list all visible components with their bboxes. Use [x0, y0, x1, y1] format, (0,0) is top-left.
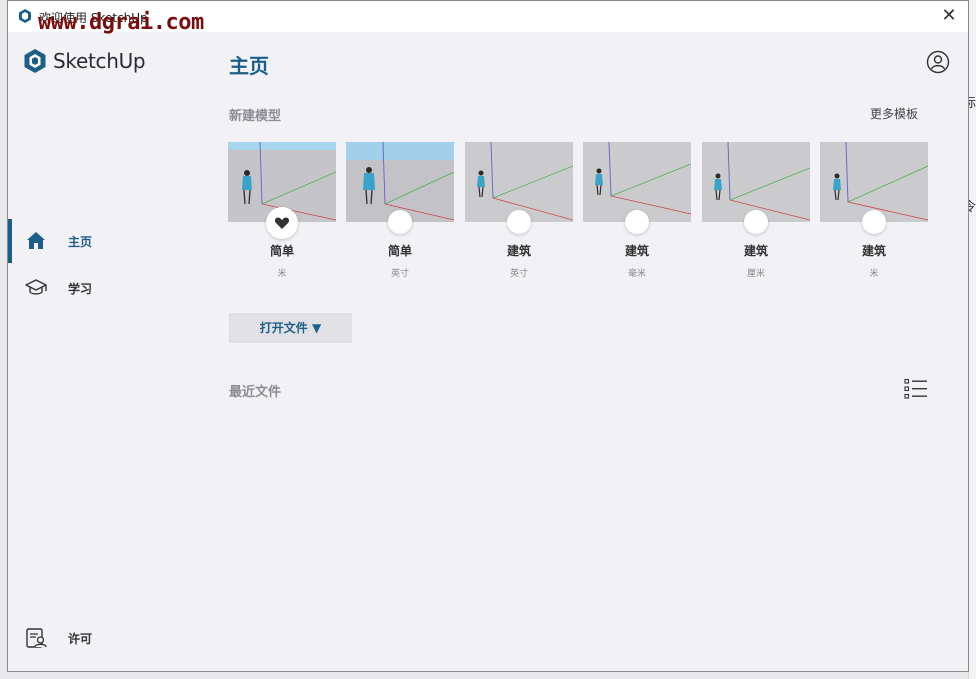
template-name: 建筑 — [861, 244, 886, 258]
page-title: 主页 — [229, 54, 269, 78]
template-unit: 英寸 — [509, 269, 528, 279]
license-icon — [26, 628, 47, 648]
more-templates-link[interactable]: 更多模板 — [870, 105, 918, 122]
template-card[interactable]: 建筑 米 — [820, 142, 928, 279]
favorite-badge[interactable] — [862, 210, 886, 234]
favorite-badge[interactable] — [744, 210, 768, 234]
favorite-badge[interactable] — [266, 207, 298, 239]
sidebar-item-label: 学习 — [68, 281, 93, 296]
sidebar-item-label: 许可 — [68, 631, 93, 646]
template-card[interactable]: 建筑 厘米 — [702, 142, 810, 279]
template-card[interactable]: 建筑 英寸 — [465, 142, 573, 279]
welcome-window: 欢迎使用 SketchUp www.dgrai.com ✕ SketchUp 主… — [7, 0, 969, 672]
sidebar-item-license[interactable]: 许可 — [8, 616, 208, 660]
template-unit: 米 — [277, 269, 287, 279]
template-unit: 米 — [869, 269, 879, 279]
favorite-badge[interactable] — [625, 210, 649, 234]
template-unit: 英寸 — [390, 269, 409, 279]
sketchup-logo-icon — [19, 9, 31, 23]
template-card[interactable]: 简单 英寸 — [346, 142, 454, 279]
sidebar-item-learn[interactable]: 学习 — [8, 266, 208, 310]
sidebar-item-home[interactable]: 主页 — [8, 219, 208, 263]
brand-name: SketchUp — [53, 49, 146, 73]
sidebar-item-label: 主页 — [68, 234, 93, 249]
template-name: 建筑 — [506, 244, 531, 258]
open-file-button[interactable]: 打开文件 ▼ — [229, 313, 352, 343]
template-name: 简单 — [387, 244, 412, 258]
new-model-label: 新建模型 — [229, 109, 282, 124]
background-window-edge: 标 令 — [963, 0, 976, 679]
list-view-icon[interactable] — [904, 378, 928, 400]
favorite-badge[interactable] — [388, 210, 412, 234]
template-unit: 厘米 — [746, 269, 765, 279]
template-card[interactable]: 简单 米 — [228, 142, 336, 279]
template-unit: 毫米 — [627, 269, 646, 279]
close-button[interactable]: ✕ — [938, 6, 960, 28]
template-name: 建筑 — [624, 244, 649, 258]
template-name: 建筑 — [743, 244, 768, 258]
account-icon[interactable] — [926, 50, 950, 74]
brand-logo: SketchUp — [23, 48, 146, 74]
template-name: 简单 — [269, 244, 294, 258]
graduation-cap-icon — [25, 279, 47, 295]
sketchup-logo-icon — [24, 49, 46, 73]
sidebar: SketchUp 主页 学习 许可 — [8, 32, 208, 671]
title-bar[interactable]: 欢迎使用 SketchUp www.dgrai.com ✕ — [8, 1, 968, 35]
heart-icon — [274, 217, 290, 229]
favorite-badge[interactable] — [507, 210, 531, 234]
recent-files-label: 最近文件 — [229, 385, 282, 400]
home-icon — [27, 232, 45, 249]
template-card[interactable]: 建筑 毫米 — [583, 142, 691, 279]
